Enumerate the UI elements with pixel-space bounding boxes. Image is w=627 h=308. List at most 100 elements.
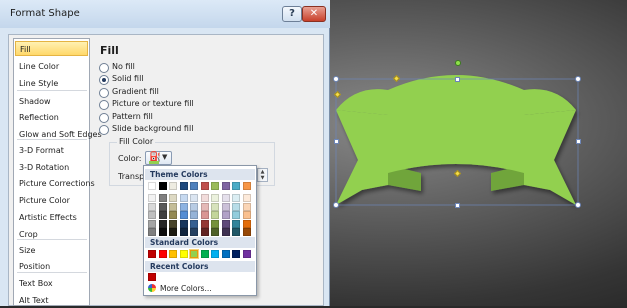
theme-shade-swatch[interactable] xyxy=(179,202,188,211)
nav-item-line-style[interactable]: Line Style xyxy=(15,76,88,91)
theme-shade-swatch[interactable] xyxy=(232,194,240,202)
standard-color-swatch[interactable] xyxy=(169,250,177,258)
nav-item-picture-color[interactable]: Picture Color xyxy=(15,193,88,208)
theme-shade-swatch[interactable] xyxy=(211,228,219,236)
theme-shade-swatch[interactable] xyxy=(211,219,219,228)
theme-color-swatch[interactable] xyxy=(158,182,167,190)
theme-shade-swatch[interactable] xyxy=(169,228,177,236)
radio-slide-background-fill[interactable] xyxy=(99,125,109,135)
radio-label[interactable]: Picture or texture fill xyxy=(112,99,194,108)
theme-shade-swatch[interactable] xyxy=(158,211,167,219)
theme-shade-swatch[interactable] xyxy=(242,194,251,202)
nav-item-3-d-rotation[interactable]: 3-D Rotation xyxy=(15,160,88,175)
theme-shade-swatch[interactable] xyxy=(169,202,177,211)
theme-color-swatch[interactable] xyxy=(169,182,177,190)
theme-shade-swatch[interactable] xyxy=(221,211,230,219)
standard-color-swatch[interactable] xyxy=(221,250,230,258)
theme-shade-swatch[interactable] xyxy=(190,202,198,211)
theme-color-swatch[interactable] xyxy=(200,182,209,190)
theme-shade-swatch[interactable] xyxy=(148,211,156,219)
theme-color-swatch[interactable] xyxy=(221,182,230,190)
standard-color-swatch[interactable] xyxy=(179,250,188,258)
nav-item-artistic-effects[interactable]: Artistic Effects xyxy=(15,210,88,225)
recent-color-swatch[interactable] xyxy=(148,273,156,281)
standard-color-swatch[interactable] xyxy=(242,250,251,258)
resize-handle-bottom-left[interactable] xyxy=(333,202,339,208)
radio-pattern-fill[interactable] xyxy=(99,113,109,123)
theme-shade-swatch[interactable] xyxy=(179,194,188,202)
standard-color-swatch[interactable] xyxy=(232,250,240,258)
resize-handle-bottom-right[interactable] xyxy=(575,202,581,208)
theme-shade-swatch[interactable] xyxy=(148,194,156,202)
theme-shade-swatch[interactable] xyxy=(179,219,188,228)
theme-shade-swatch[interactable] xyxy=(148,202,156,211)
theme-color-swatch[interactable] xyxy=(190,182,198,190)
theme-shade-swatch[interactable] xyxy=(211,202,219,211)
color-picker-button[interactable]: ⛽ ▼ xyxy=(145,151,172,165)
theme-shade-swatch[interactable] xyxy=(158,219,167,228)
nav-item-picture-corrections[interactable]: Picture Corrections xyxy=(15,176,95,191)
theme-shade-swatch[interactable] xyxy=(221,194,230,202)
resize-handle-top-left[interactable] xyxy=(333,76,339,82)
theme-shade-swatch[interactable] xyxy=(190,211,198,219)
radio-label[interactable]: Pattern fill xyxy=(112,112,153,121)
close-button[interactable]: ✕ xyxy=(302,6,326,22)
theme-shade-swatch[interactable] xyxy=(190,228,198,236)
nav-item-size[interactable]: Size xyxy=(15,243,88,258)
resize-handle-left[interactable] xyxy=(334,139,339,144)
theme-shade-swatch[interactable] xyxy=(242,211,251,219)
nav-item-3-d-format[interactable]: 3-D Format xyxy=(15,143,88,158)
resize-handle-right[interactable] xyxy=(576,139,581,144)
help-button[interactable]: ? xyxy=(282,6,302,22)
theme-shade-swatch[interactable] xyxy=(190,219,198,228)
radio-label[interactable]: Slide background fill xyxy=(112,124,193,133)
theme-shade-swatch[interactable] xyxy=(200,219,209,228)
theme-shade-swatch[interactable] xyxy=(200,228,209,236)
theme-shade-swatch[interactable] xyxy=(242,228,251,236)
theme-shade-swatch[interactable] xyxy=(232,202,240,211)
radio-label[interactable]: Gradient fill xyxy=(112,87,159,96)
resize-handle-bottom[interactable] xyxy=(455,203,460,208)
rotate-handle[interactable] xyxy=(455,60,461,66)
radio-gradient-fill[interactable] xyxy=(99,88,109,98)
theme-shade-swatch[interactable] xyxy=(190,194,198,202)
theme-shade-swatch[interactable] xyxy=(169,211,177,219)
theme-shade-swatch[interactable] xyxy=(242,219,251,228)
theme-shade-swatch[interactable] xyxy=(211,211,219,219)
theme-shade-swatch[interactable] xyxy=(211,194,219,202)
theme-color-swatch[interactable] xyxy=(148,182,156,190)
dialog-titlebar[interactable]: Format Shape ? ✕ xyxy=(0,0,330,28)
standard-color-swatch[interactable] xyxy=(189,249,199,259)
standard-color-swatch[interactable] xyxy=(148,250,156,258)
nav-item-fill[interactable]: Fill xyxy=(15,41,88,56)
standard-color-swatch[interactable] xyxy=(211,250,219,258)
radio-label[interactable]: Solid fill xyxy=(112,74,144,83)
theme-shade-swatch[interactable] xyxy=(200,211,209,219)
nav-item-position[interactable]: Position xyxy=(15,259,88,274)
theme-shade-swatch[interactable] xyxy=(169,219,177,228)
theme-shade-swatch[interactable] xyxy=(232,228,240,236)
theme-shade-swatch[interactable] xyxy=(148,228,156,236)
theme-color-swatch[interactable] xyxy=(211,182,219,190)
theme-color-swatch[interactable] xyxy=(242,182,251,190)
theme-shade-swatch[interactable] xyxy=(169,194,177,202)
theme-shade-swatch[interactable] xyxy=(221,228,230,236)
theme-shade-swatch[interactable] xyxy=(232,219,240,228)
standard-color-swatch[interactable] xyxy=(158,250,167,258)
radio-picture-or-texture-fill[interactable] xyxy=(99,100,109,110)
nav-item-text-box[interactable]: Text Box xyxy=(15,276,88,291)
theme-shade-swatch[interactable] xyxy=(200,194,209,202)
transparency-spinner[interactable]: ▲ ▼ xyxy=(257,168,268,182)
theme-shade-swatch[interactable] xyxy=(148,219,156,228)
theme-shade-swatch[interactable] xyxy=(242,202,251,211)
radio-solid-fill[interactable] xyxy=(99,75,109,85)
nav-item-shadow[interactable]: Shadow xyxy=(15,94,88,109)
theme-shade-swatch[interactable] xyxy=(179,211,188,219)
theme-shade-swatch[interactable] xyxy=(158,202,167,211)
theme-shade-swatch[interactable] xyxy=(158,228,167,236)
theme-shade-swatch[interactable] xyxy=(179,228,188,236)
nav-item-reflection[interactable]: Reflection xyxy=(15,110,88,125)
theme-shade-swatch[interactable] xyxy=(221,219,230,228)
resize-handle-top[interactable] xyxy=(455,77,460,82)
theme-shade-swatch[interactable] xyxy=(221,202,230,211)
